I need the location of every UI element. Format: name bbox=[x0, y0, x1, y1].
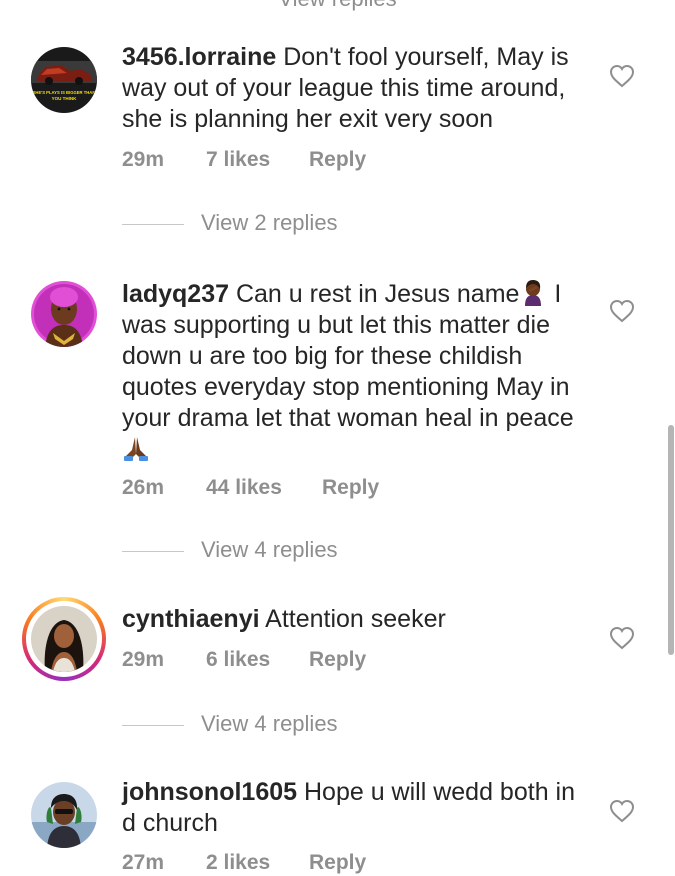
comment-meta: 29m 6 likes Reply bbox=[122, 648, 366, 672]
comment-meta: 27m 2 likes Reply bbox=[122, 851, 366, 875]
comment-time: 27m bbox=[122, 851, 165, 874]
heart-outline-icon[interactable] bbox=[609, 299, 635, 323]
comment-meta: 29m 7 likes Reply bbox=[122, 148, 366, 172]
replies-divider bbox=[122, 224, 184, 225]
comment-likes[interactable]: 2 likes bbox=[206, 851, 309, 875]
reply-button[interactable]: Reply bbox=[322, 476, 379, 500]
comment-text: 3456.lorraine Don't fool yourself, May i… bbox=[122, 42, 592, 135]
story-ring-inner bbox=[26, 601, 102, 677]
folded-hands-icon bbox=[124, 437, 148, 461]
top-partial-replies-text: View replies bbox=[0, 0, 675, 12]
reply-button[interactable]: Reply bbox=[309, 148, 366, 172]
comment-time: 26m bbox=[122, 476, 165, 499]
view-replies-label: View 2 replies bbox=[201, 210, 338, 235]
comment-meta: 26m 44 likes Reply bbox=[122, 476, 379, 500]
comment-time: 29m bbox=[122, 148, 165, 171]
comment-likes[interactable]: 7 likes bbox=[206, 148, 309, 172]
avatar-caption-line-2: YOU THINK bbox=[52, 96, 78, 101]
comment-text: ladyq237 Can u rest in Jesus name I was … bbox=[122, 278, 592, 466]
avatar[interactable] bbox=[31, 281, 97, 347]
comment-time: 29m bbox=[122, 648, 165, 671]
comment-username[interactable]: ladyq237 bbox=[122, 280, 229, 308]
avatar[interactable] bbox=[31, 782, 97, 848]
avatar-caption-line-1: SHE'S PLAYS IS BIGGER THAN bbox=[33, 90, 96, 95]
woman-facepalming-icon bbox=[525, 280, 542, 306]
replies-divider bbox=[122, 551, 184, 552]
avatar[interactable]: SHE'S PLAYS IS BIGGER THAN YOU THINK bbox=[31, 47, 97, 113]
heart-outline-icon[interactable] bbox=[609, 64, 635, 88]
avatar bbox=[31, 606, 97, 672]
scrollbar[interactable] bbox=[668, 425, 674, 655]
comment-text: cynthiaenyi Attention seeker bbox=[122, 604, 592, 635]
comment-username[interactable]: 3456.lorraine bbox=[122, 43, 276, 71]
replies-divider bbox=[122, 725, 184, 726]
view-replies-label: View 4 replies bbox=[201, 537, 338, 562]
heart-outline-icon[interactable] bbox=[609, 799, 635, 823]
comment-body: Attention seeker bbox=[265, 605, 446, 633]
comment-likes[interactable]: 44 likes bbox=[206, 476, 322, 500]
comment-text: johnsonol1605 Hope u will wedd both in d… bbox=[122, 777, 592, 839]
reply-button[interactable]: Reply bbox=[309, 648, 366, 672]
heart-outline-icon[interactable] bbox=[609, 626, 635, 650]
comment-username[interactable]: johnsonol1605 bbox=[122, 778, 297, 806]
comment-username[interactable]: cynthiaenyi bbox=[122, 605, 260, 633]
view-replies-label: View 4 replies bbox=[201, 711, 338, 736]
reply-button[interactable]: Reply bbox=[309, 851, 366, 875]
comment-likes[interactable]: 6 likes bbox=[206, 648, 309, 672]
story-ring[interactable] bbox=[22, 597, 106, 681]
comment-body: Can u rest in Jesus name bbox=[235, 280, 520, 308]
